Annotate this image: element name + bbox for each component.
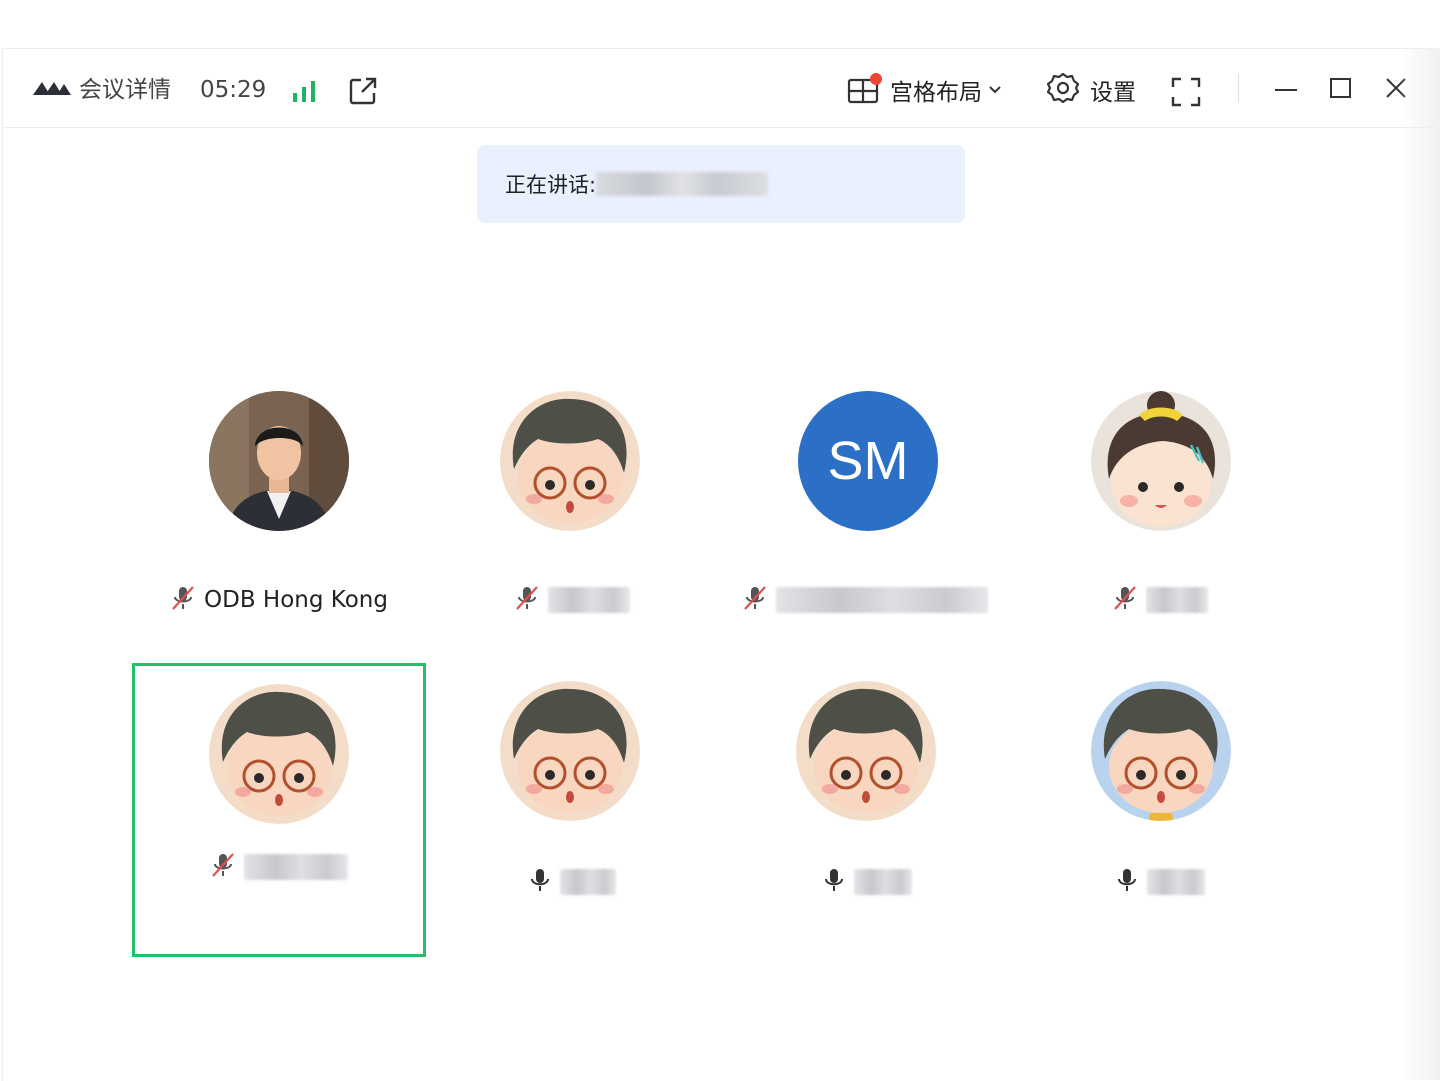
participant-name-row [1015,585,1305,615]
grid-layout-button[interactable]: 宫格布局 [846,73,1002,107]
avatar [1091,391,1231,531]
toolbar-divider [1238,74,1239,102]
redacted-participant-name [560,869,616,895]
redacted-participant-name [1147,869,1205,895]
participant-tile[interactable] [427,681,717,971]
meeting-window: 会议详情 05:29 宫格布局 设置 正在讲话: ODB Hong Kong S… [2,48,1439,1081]
signal-strength-icon[interactable] [291,79,319,103]
participant-name-row [720,585,1010,615]
participant-tile[interactable] [1015,681,1305,971]
avatar [500,391,640,531]
redacted-participant-name [854,869,912,895]
maximize-icon[interactable] [1328,75,1354,101]
screen-top-margin [0,0,1440,48]
settings-button[interactable]: 设置 [1046,71,1136,109]
mic-muted-icon [170,584,196,616]
participant-tile-selected[interactable] [132,663,426,957]
meeting-details-link[interactable]: 会议详情 [79,75,171,105]
mic-muted-icon [742,584,768,616]
participant-name-row [427,585,717,615]
participant-name: ODB Hong Kong [204,587,388,613]
grid-layout-label: 宫格布局 [890,80,982,106]
avatar [796,681,936,821]
participant-tile[interactable] [427,391,717,681]
notification-dot [870,73,882,85]
redacted-speaker-name [596,172,769,196]
participant-name-row [1015,867,1305,897]
redacted-participant-name [548,587,630,613]
mic-muted-icon [210,851,236,883]
fullscreen-icon[interactable] [1170,76,1202,108]
settings-label: 设置 [1090,80,1136,106]
mic-icon [528,866,552,898]
avatar [1091,681,1231,821]
mic-icon [1115,866,1139,898]
meeting-toolbar: 会议详情 05:29 宫格布局 设置 [3,49,1439,128]
redacted-participant-name [776,587,988,613]
participant-name-row [135,852,423,882]
redacted-participant-name [244,854,348,880]
mic-muted-icon [514,584,540,616]
active-speaker-banner: 正在讲话: [477,145,965,223]
participant-name-row: ODB Hong Kong [134,585,424,615]
participant-tile[interactable]: ODB Hong Kong [134,391,424,681]
avatar [500,681,640,821]
avatar [209,391,349,531]
participant-tile[interactable]: SM [720,391,1010,681]
mic-muted-icon [1112,584,1138,616]
avatar [209,684,349,824]
chevron-down-icon [988,81,1002,100]
participant-name-row [722,867,1012,897]
minimize-icon[interactable] [1273,77,1299,103]
avatar-initials: SM [798,391,938,531]
external-link-icon[interactable] [347,75,379,107]
grid-layout-icon [846,73,882,105]
redacted-participant-name [1146,587,1208,613]
tencent-meeting-logo-icon [31,75,73,101]
close-icon[interactable] [1383,75,1409,101]
participant-tile[interactable] [722,681,1012,971]
gear-icon [1046,71,1080,109]
active-speaker-label: 正在讲话: [505,173,597,197]
mic-icon [822,866,846,898]
participant-tile[interactable] [1015,391,1305,681]
participant-name-row [427,867,717,897]
meeting-timer: 05:29 [200,77,267,103]
